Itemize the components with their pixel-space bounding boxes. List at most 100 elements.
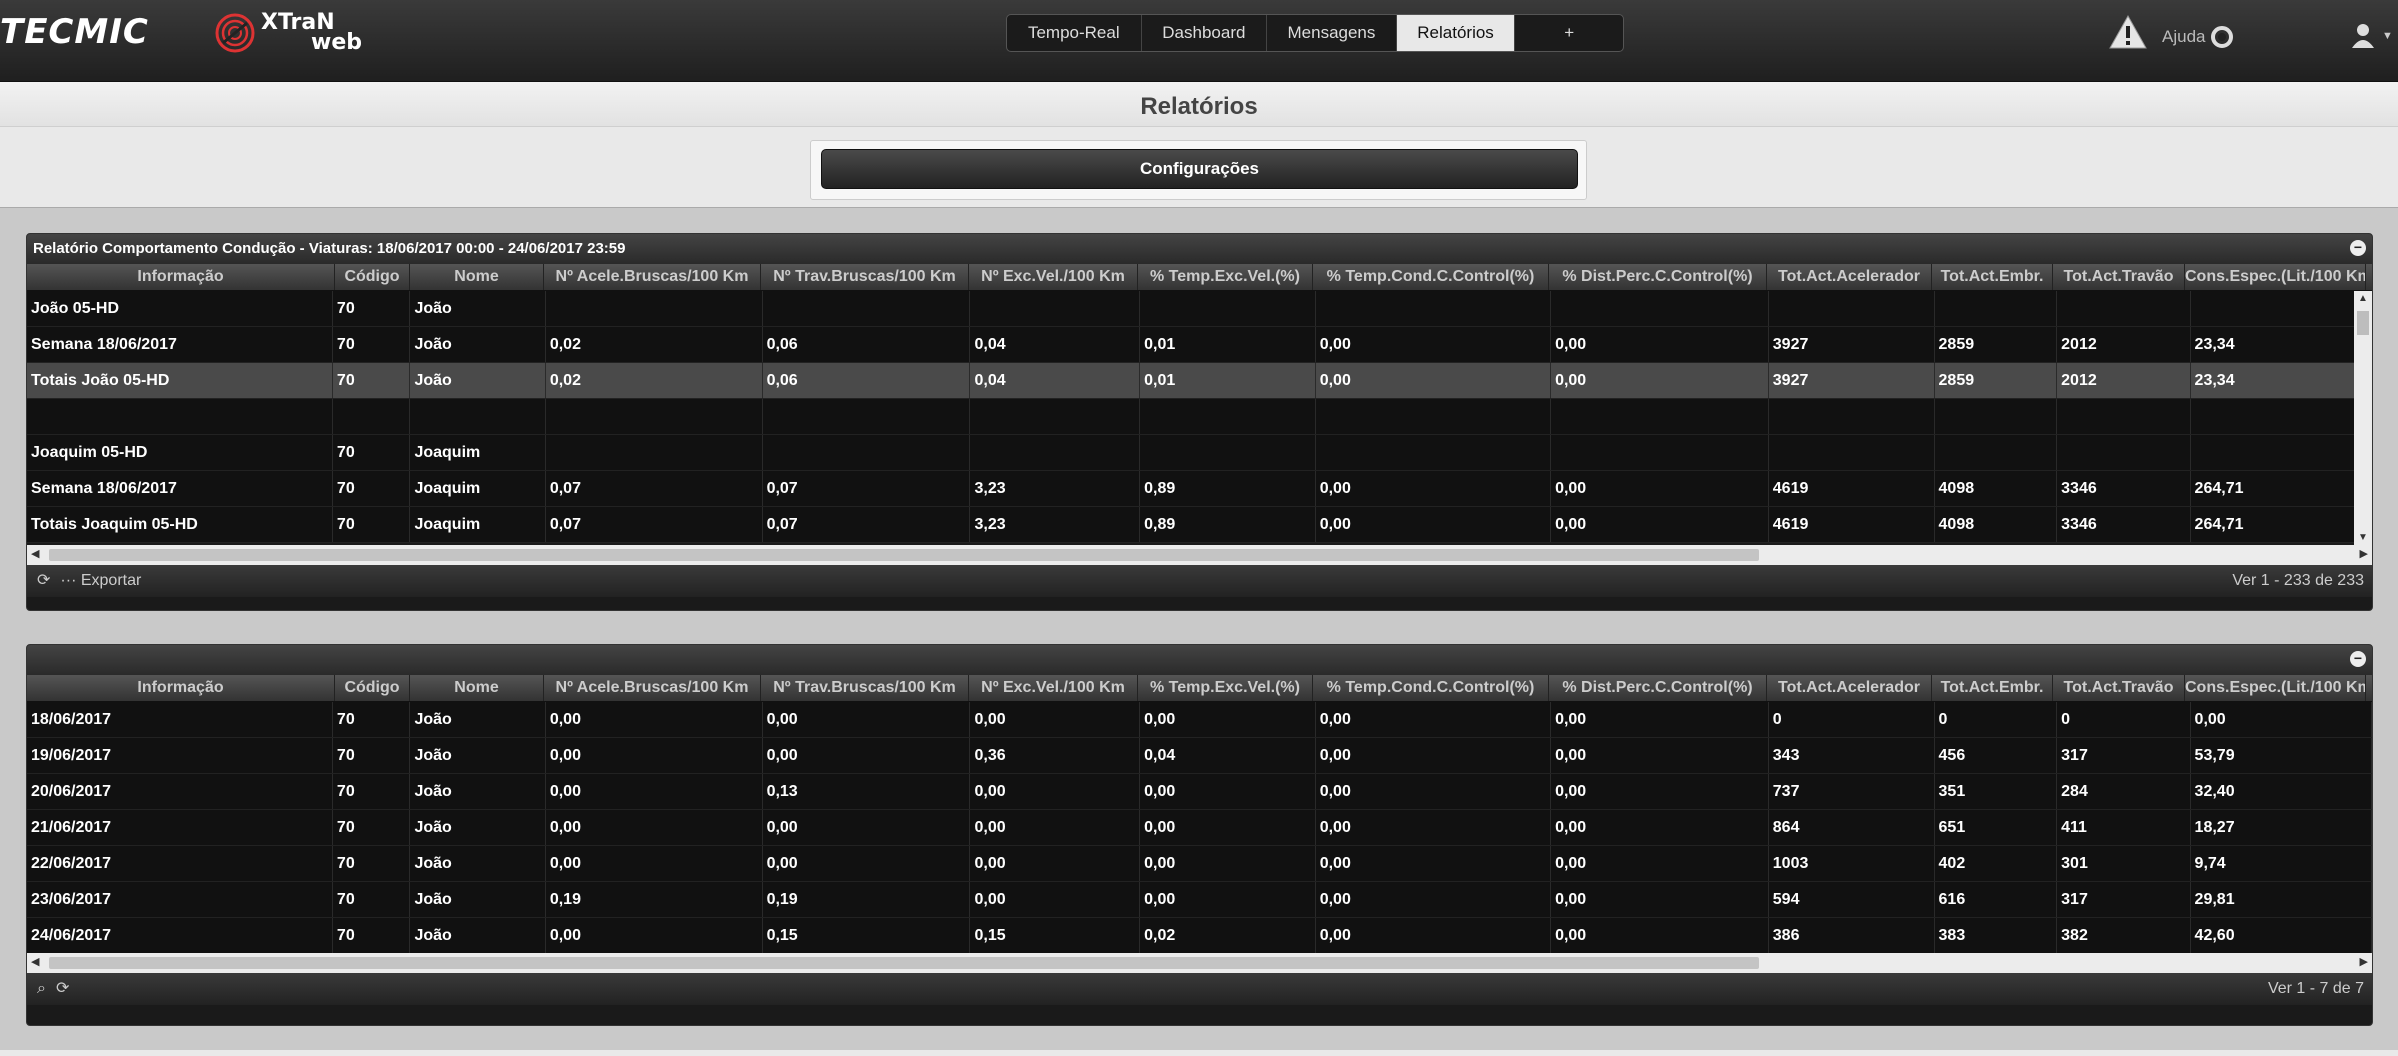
col-header-temp-exc-vel[interactable]: % Temp.Exc.Vel.(%) [1138,264,1313,290]
table-cell [1316,399,1552,434]
col-header-acele-bruscas[interactable]: Nº Acele.Bruscas/100 Km [544,675,761,701]
table-row[interactable]: 19/06/2017 70 João 0,00 0,00 0,36 0,04 0,00 0,00… [27,738,2372,774]
horizontal-scrollbar[interactable]: ◀ ▶ [27,545,2372,565]
col-header-cons-espec[interactable]: Cons.Espec.(Lit./100 Km [2185,264,2366,290]
table-cell: 70 [333,507,411,542]
scroll-right-icon[interactable]: ▶ [2360,955,2368,968]
table-row[interactable]: 21/06/2017 70 João 0,00 0,00 0,00 0,00 0,00 0,00… [27,810,2372,846]
table-row[interactable]: Totais João 05-HD 70 João 0,02 0,06 0,04 0,01 0… [27,363,2372,399]
table-cell: 70 [333,846,411,881]
export-button[interactable]: ··· Exportar [60,565,141,597]
table-row[interactable]: João 05-HD 70 João [27,291,2372,327]
table-row[interactable]: Joaquim 05-HD 70 Joaquim [27,435,2372,471]
table-cell: 0,00 [1140,774,1316,809]
table-cell: 0,13 [763,774,971,809]
table-cell: 0,00 [970,810,1141,845]
table-cell: 70 [333,774,411,809]
table-cell: Joaquim [410,471,546,506]
table-cell: 70 [333,471,411,506]
col-header-tot-act-travao[interactable]: Tot.Act.Travão [2053,675,2185,701]
table-cell: João [410,810,546,845]
table-row[interactable]: Semana 18/06/2017 70 João 0,02 0,06 0,04 0,01 0… [27,327,2372,363]
horizontal-scroll-thumb[interactable] [49,957,1759,969]
scroll-left-icon[interactable]: ◀ [31,955,39,968]
col-header-temp-cond-control[interactable]: % Temp.Cond.C.Control(%) [1313,264,1549,290]
user-menu-caret-icon[interactable]: ▼ [2382,30,2393,42]
horizontal-scrollbar[interactable]: ◀ ▶ [27,953,2372,973]
col-header-trav-bruscas[interactable]: Nº Trav.Bruscas/100 Km [761,675,969,701]
col-header-temp-cond-control[interactable]: % Temp.Cond.C.Control(%) [1313,675,1549,701]
collapse-grid-icon[interactable]: − [2350,651,2366,667]
nav-dashboard[interactable]: Dashboard [1142,15,1268,51]
col-header-nome[interactable]: Nome [410,264,544,290]
user-icon[interactable] [2350,22,2376,48]
col-header-tot-act-embr[interactable]: Tot.Act.Embr. [1932,264,2053,290]
nav-tempo-real[interactable]: Tempo-Real [1007,15,1142,51]
col-header-temp-exc-vel[interactable]: % Temp.Exc.Vel.(%) [1138,675,1313,701]
col-header-dist-perc-control[interactable]: % Dist.Perc.C.Control(%) [1549,675,1767,701]
col-header-dist-perc-control[interactable]: % Dist.Perc.C.Control(%) [1549,264,1767,290]
col-header-tot-act-embr[interactable]: Tot.Act.Embr. [1932,675,2053,701]
table-row[interactable]: 22/06/2017 70 João 0,00 0,00 0,00 0,00 0,00 0,00… [27,846,2372,882]
table-cell [1551,435,1769,470]
warning-icon[interactable] [2108,14,2148,50]
col-header-nome[interactable]: Nome [410,675,544,701]
refresh-icon[interactable]: ⟳ [56,973,69,1005]
col-header-cons-espec[interactable]: Cons.Espec.(Lit./100 Km [2185,675,2366,701]
table-row[interactable]: 18/06/2017 70 João 0,00 0,00 0,00 0,00 0,00 0,00… [27,702,2372,738]
horizontal-scroll-thumb[interactable] [49,549,1759,561]
table-cell: 343 [1769,738,1935,773]
col-header-tot-act-acelerador[interactable]: Tot.Act.Acelerador [1767,675,1932,701]
table-cell: 1003 [1769,846,1935,881]
table-cell [2057,291,2191,326]
table-row[interactable]: 20/06/2017 70 João 0,00 0,13 0,00 0,00 0,00 0,00… [27,774,2372,810]
table-cell [2191,291,2372,326]
table-cell [333,399,411,434]
col-header-trav-bruscas[interactable]: Nº Trav.Bruscas/100 Km [761,264,969,290]
table-cell [2191,399,2372,434]
col-header-informacao[interactable]: Informação [27,264,335,290]
table-cell: Semana 18/06/2017 [27,327,333,362]
refresh-icon[interactable]: ⟳ [37,565,50,597]
table-cell: 411 [2057,810,2191,845]
table-row[interactable]: Totais Joaquim 05-HD 70 Joaquim 0,07 0,07 3,2… [27,507,2372,543]
scroll-left-icon[interactable]: ◀ [31,547,39,560]
table-row[interactable] [27,399,2372,435]
col-header-codigo[interactable]: Código [335,264,410,290]
table-cell [410,399,546,434]
col-header-acele-bruscas[interactable]: Nº Acele.Bruscas/100 Km [544,264,761,290]
vertical-scroll-thumb[interactable] [2357,311,2369,335]
table-cell: Totais João 05-HD [27,363,333,398]
table-cell: 70 [333,918,411,953]
table-row[interactable]: 24/06/2017 70 João 0,00 0,15 0,15 0,02 0,00 0,00… [27,918,2372,953]
scroll-up-icon[interactable]: ▲ [2358,293,2368,304]
col-header-tot-act-travao[interactable]: Tot.Act.Travão [2053,264,2185,290]
search-icon[interactable]: ⌕ [37,973,46,1005]
table-cell: 0,01 [1140,327,1316,362]
export-label: Exportar [80,572,142,589]
nav-relatorios[interactable]: Relatórios [1396,15,1516,51]
vertical-scrollbar[interactable]: ▲ ▼ [2354,291,2372,545]
col-header-tot-act-acelerador[interactable]: Tot.Act.Acelerador [1767,264,1932,290]
configuracoes-button[interactable]: Configurações [821,149,1578,189]
help-link[interactable]: Ajuda [2162,26,2234,48]
grid-rows: 18/06/2017 70 João 0,00 0,00 0,00 0,00 0,00 0,00… [27,702,2372,953]
table-cell: 70 [333,363,411,398]
col-header-codigo[interactable]: Código [335,675,410,701]
col-header-exc-vel[interactable]: Nº Exc.Vel./100 Km [969,264,1138,290]
table-cell: 53,79 [2191,738,2372,773]
table-cell: 0,00 [2191,702,2372,737]
nav-add-button[interactable]: + [1515,15,1623,51]
table-cell: 284 [2057,774,2191,809]
table-cell: 0,00 [1316,363,1552,398]
table-row[interactable]: 23/06/2017 70 João 0,19 0,19 0,00 0,00 0,00 0,00… [27,882,2372,918]
collapse-grid-icon[interactable]: − [2350,240,2366,256]
table-row[interactable]: Semana 18/06/2017 70 Joaquim 0,07 0,07 3,23 0,… [27,471,2372,507]
table-cell: 0,00 [546,810,763,845]
scroll-right-icon[interactable]: ▶ [2360,547,2368,560]
col-header-informacao[interactable]: Informação [27,675,335,701]
table-cell: 0,00 [970,882,1141,917]
nav-mensagens[interactable]: Mensagens [1267,15,1397,51]
scroll-down-icon[interactable]: ▼ [2358,532,2368,543]
col-header-exc-vel[interactable]: Nº Exc.Vel./100 Km [969,675,1138,701]
